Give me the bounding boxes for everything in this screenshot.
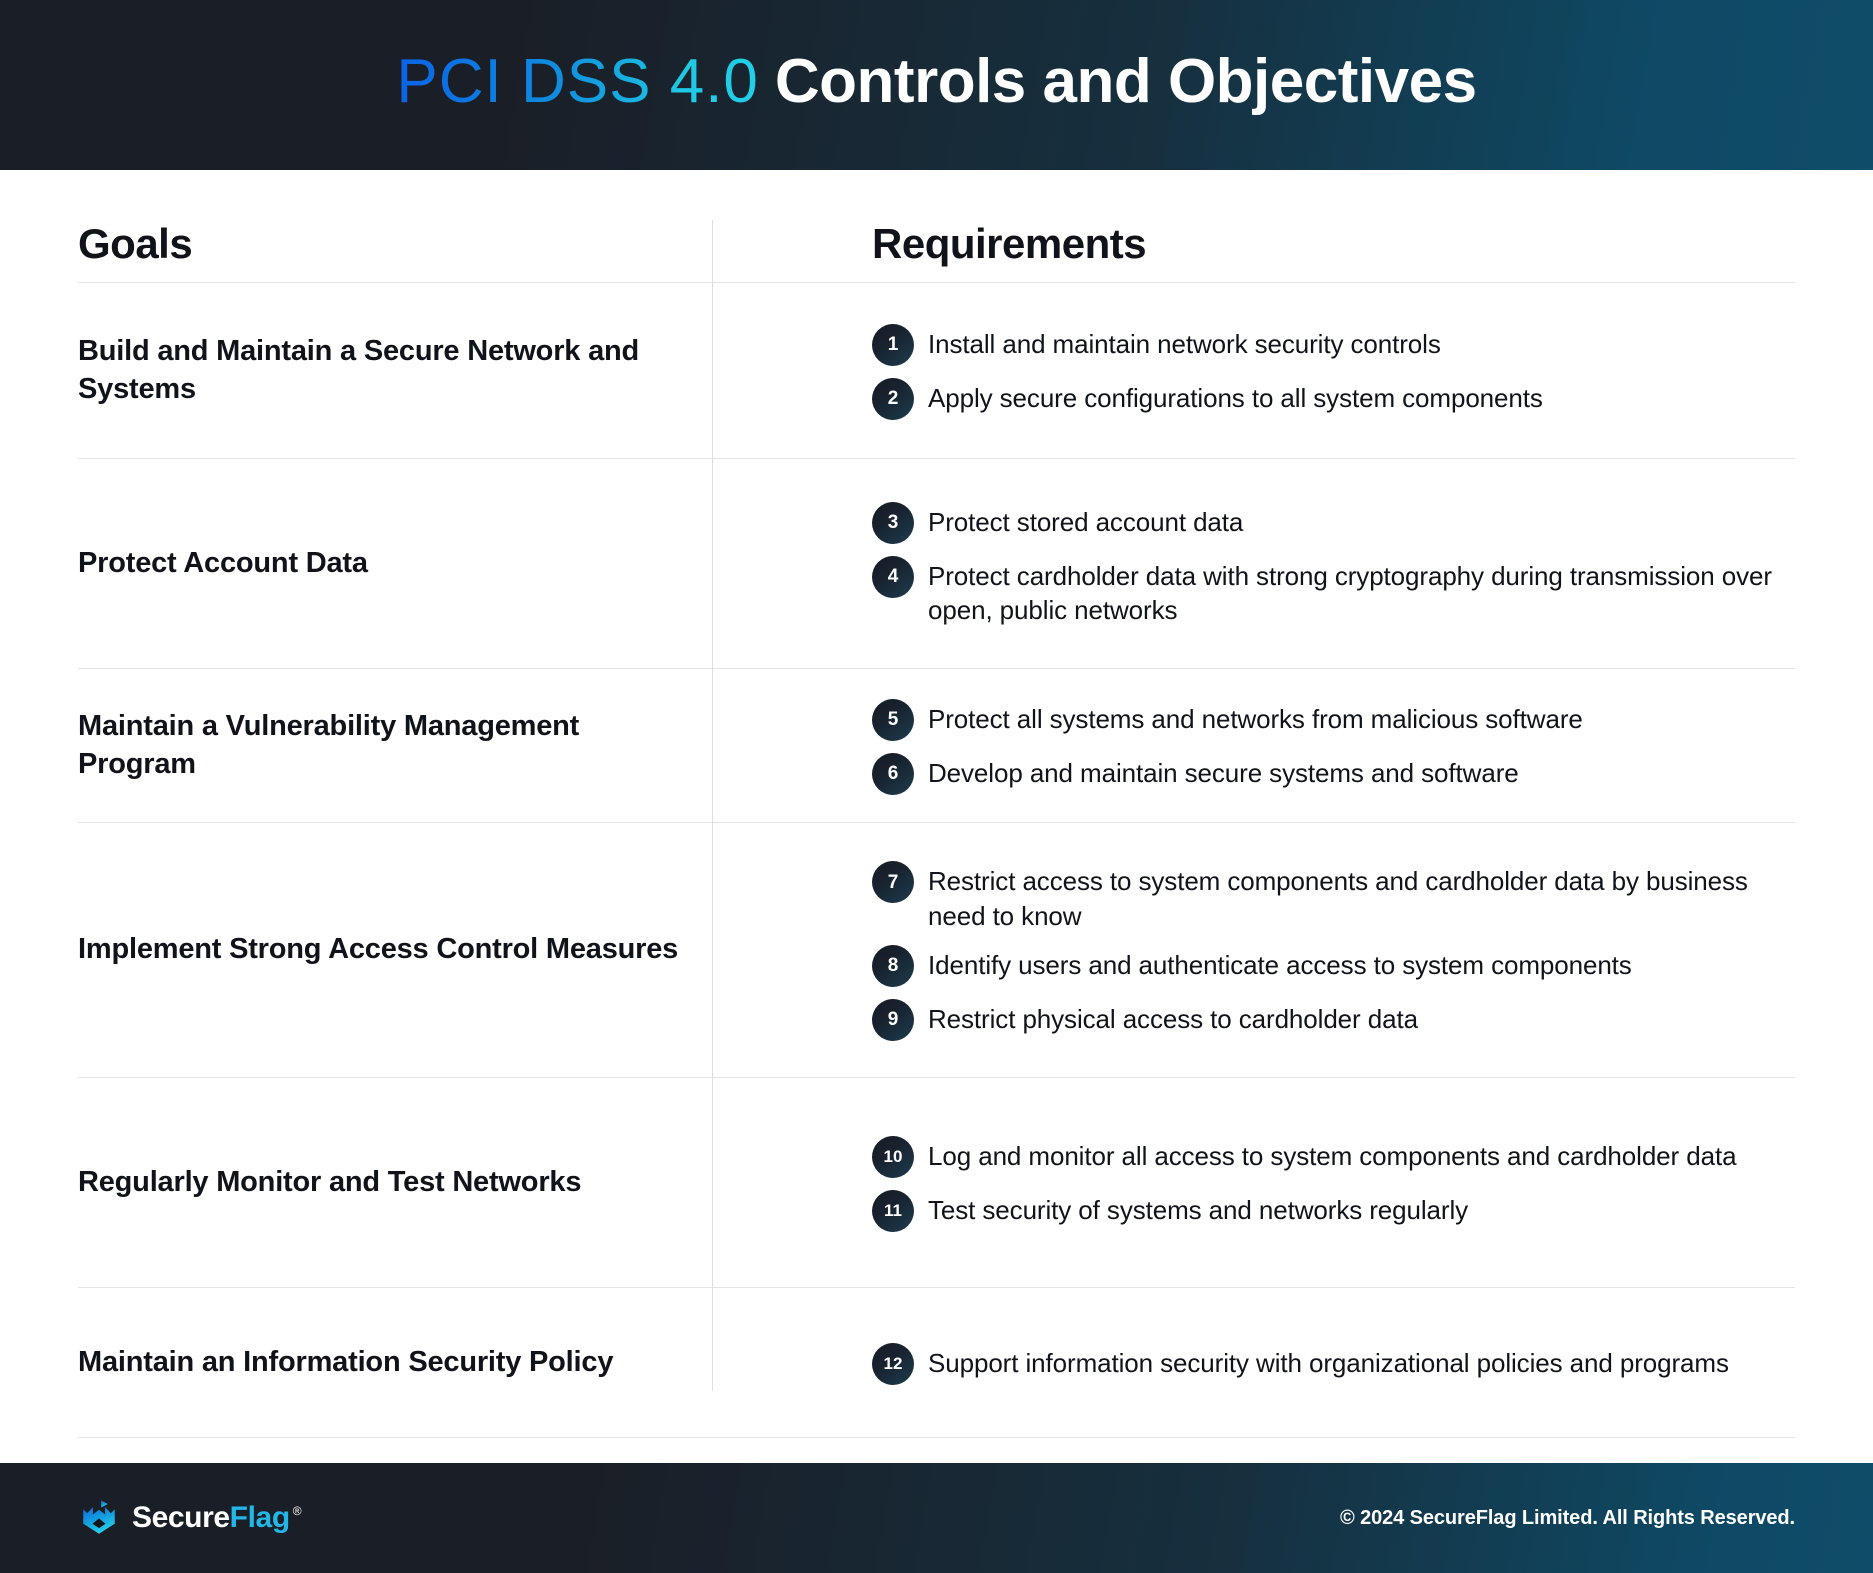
requirement-label: Install and maintain network security co… (928, 328, 1441, 359)
goals-column-header: Goals (78, 220, 712, 268)
secureflag-shield-icon (83, 1500, 115, 1534)
requirement-label: Log and monitor all access to system com… (928, 1140, 1737, 1171)
goal-label: Implement Strong Access Control Measures (78, 933, 679, 966)
goal-label: Build and Maintain a Secure Network and … (78, 334, 640, 405)
page-title: PCI DSS 4.0 Controls and Objectives (396, 51, 1477, 113)
goal-cell: Implement Strong Access Control Measures (78, 931, 712, 969)
secureflag-logo: Secure Flag ® (78, 1497, 302, 1539)
requirement-label: Identify users and authenticate access t… (928, 949, 1632, 980)
requirement-number-badge: 10 (872, 1135, 914, 1178)
copyright-text: © 2024 SecureFlag Limited. All Rights Re… (1339, 1506, 1795, 1529)
table-row: Implement Strong Access Control Measures… (78, 822, 1795, 1077)
requirement-item: 11 Test security of systems and networks… (872, 1188, 1795, 1232)
requirement-label: Test security of systems and networks re… (928, 1194, 1469, 1225)
content-area: Goals Requirements Build and Maintain a … (0, 170, 1873, 1463)
requirement-item: 6 Develop and maintain secure systems an… (872, 751, 1795, 795)
table-row: Build and Maintain a Secure Network and … (78, 282, 1795, 458)
goals-header-label: Goals (78, 220, 193, 267)
goal-label: Protect Account Data (78, 546, 368, 579)
controls-table: Goals Requirements Build and Maintain a … (78, 170, 1795, 1463)
requirements-cell: 10 Log and monitor all access to system … (712, 1134, 1795, 1232)
requirements-cell: 3 Protect stored account data 4 Protect … (712, 500, 1795, 628)
goal-cell: Protect Account Data (78, 545, 712, 583)
table-row: Protect Account Data 3 Protect stored ac… (78, 458, 1795, 668)
requirement-label: Develop and maintain secure systems and … (928, 757, 1519, 788)
requirement-number-badge: 6 (872, 752, 914, 795)
registered-mark: ® (292, 1504, 302, 1518)
requirements-cell: 7 Restrict access to system components a… (712, 859, 1795, 1041)
requirement-item: 3 Protect stored account data (872, 500, 1795, 544)
column-divider (712, 220, 713, 1391)
requirement-number-badge: 11 (872, 1189, 914, 1232)
goal-label: Regularly Monitor and Test Networks (78, 1165, 582, 1198)
requirement-label: Protect stored account data (928, 506, 1244, 537)
goal-cell: Maintain an Information Security Policy (78, 1344, 712, 1382)
requirement-item: 12 Support information security with org… (872, 1341, 1795, 1385)
requirements-column-header: Requirements (712, 220, 1795, 268)
goal-cell: Regularly Monitor and Test Networks (78, 1164, 712, 1202)
title-subject: Controls and Objectives (774, 47, 1477, 116)
requirement-item: 9 Restrict physical access to cardholder… (872, 997, 1795, 1041)
goal-cell: Maintain a Vulnerability Management Prog… (78, 708, 712, 783)
requirement-number-badge: 12 (872, 1342, 914, 1385)
requirement-label: Restrict physical access to cardholder d… (928, 1003, 1418, 1034)
brand-secure-text: Secure (132, 1501, 230, 1534)
requirement-label: Restrict access to system components and… (928, 866, 1748, 931)
goal-label: Maintain a Vulnerability Management Prog… (78, 709, 580, 780)
table-row: Maintain a Vulnerability Management Prog… (78, 668, 1795, 822)
requirement-item: 4 Protect cardholder data with strong cr… (872, 554, 1795, 628)
requirement-item: 8 Identify users and authenticate access… (872, 943, 1795, 987)
goal-cell: Build and Maintain a Secure Network and … (78, 333, 712, 408)
infographic-page: PCI DSS 4.0 Controls and Objectives Goals… (0, 0, 1873, 1573)
requirement-number-badge: 1 (872, 323, 914, 366)
requirements-cell: 5 Protect all systems and networks from … (712, 697, 1795, 795)
goal-label: Maintain an Information Security Policy (78, 1345, 614, 1378)
requirement-label: Protect cardholder data with strong cryp… (928, 560, 1772, 625)
requirement-number-badge: 7 (872, 861, 914, 904)
requirement-item: 10 Log and monitor all access to system … (872, 1134, 1795, 1178)
requirement-item: 7 Restrict access to system components a… (872, 859, 1795, 933)
table-row: Maintain an Information Security Policy … (78, 1287, 1795, 1438)
requirement-item: 5 Protect all systems and networks from … (872, 697, 1795, 741)
requirements-header-label: Requirements (872, 220, 1147, 267)
secureflag-wordmark: Secure Flag ® (132, 1501, 302, 1534)
requirements-cell: 12 Support information security with org… (712, 1341, 1795, 1385)
requirement-label: Support information security with organi… (928, 1347, 1729, 1378)
requirement-number-badge: 5 (872, 698, 914, 741)
table-row: Regularly Monitor and Test Networks 10 L… (78, 1077, 1795, 1287)
brand-flag-text: Flag (229, 1501, 290, 1534)
requirement-item: 1 Install and maintain network security … (872, 322, 1795, 366)
page-footer: Secure Flag ® © 2024 SecureFlag Limited. A… (0, 1463, 1873, 1573)
requirements-cell: 1 Install and maintain network security … (712, 322, 1795, 420)
requirement-number-badge: 3 (872, 501, 914, 544)
requirement-number-badge: 2 (872, 377, 914, 420)
requirement-number-badge: 8 (872, 944, 914, 987)
requirement-number-badge: 4 (872, 555, 914, 598)
requirement-number-badge: 9 (872, 998, 914, 1041)
requirement-label: Protect all systems and networks from ma… (928, 703, 1583, 734)
page-header: PCI DSS 4.0 Controls and Objectives (0, 0, 1873, 170)
requirement-item: 2 Apply secure configurations to all sys… (872, 376, 1795, 420)
table-header-row: Goals Requirements (78, 170, 1795, 282)
title-standard-name: PCI DSS 4.0 (396, 47, 759, 116)
requirement-label: Apply secure configurations to all syste… (928, 382, 1543, 413)
